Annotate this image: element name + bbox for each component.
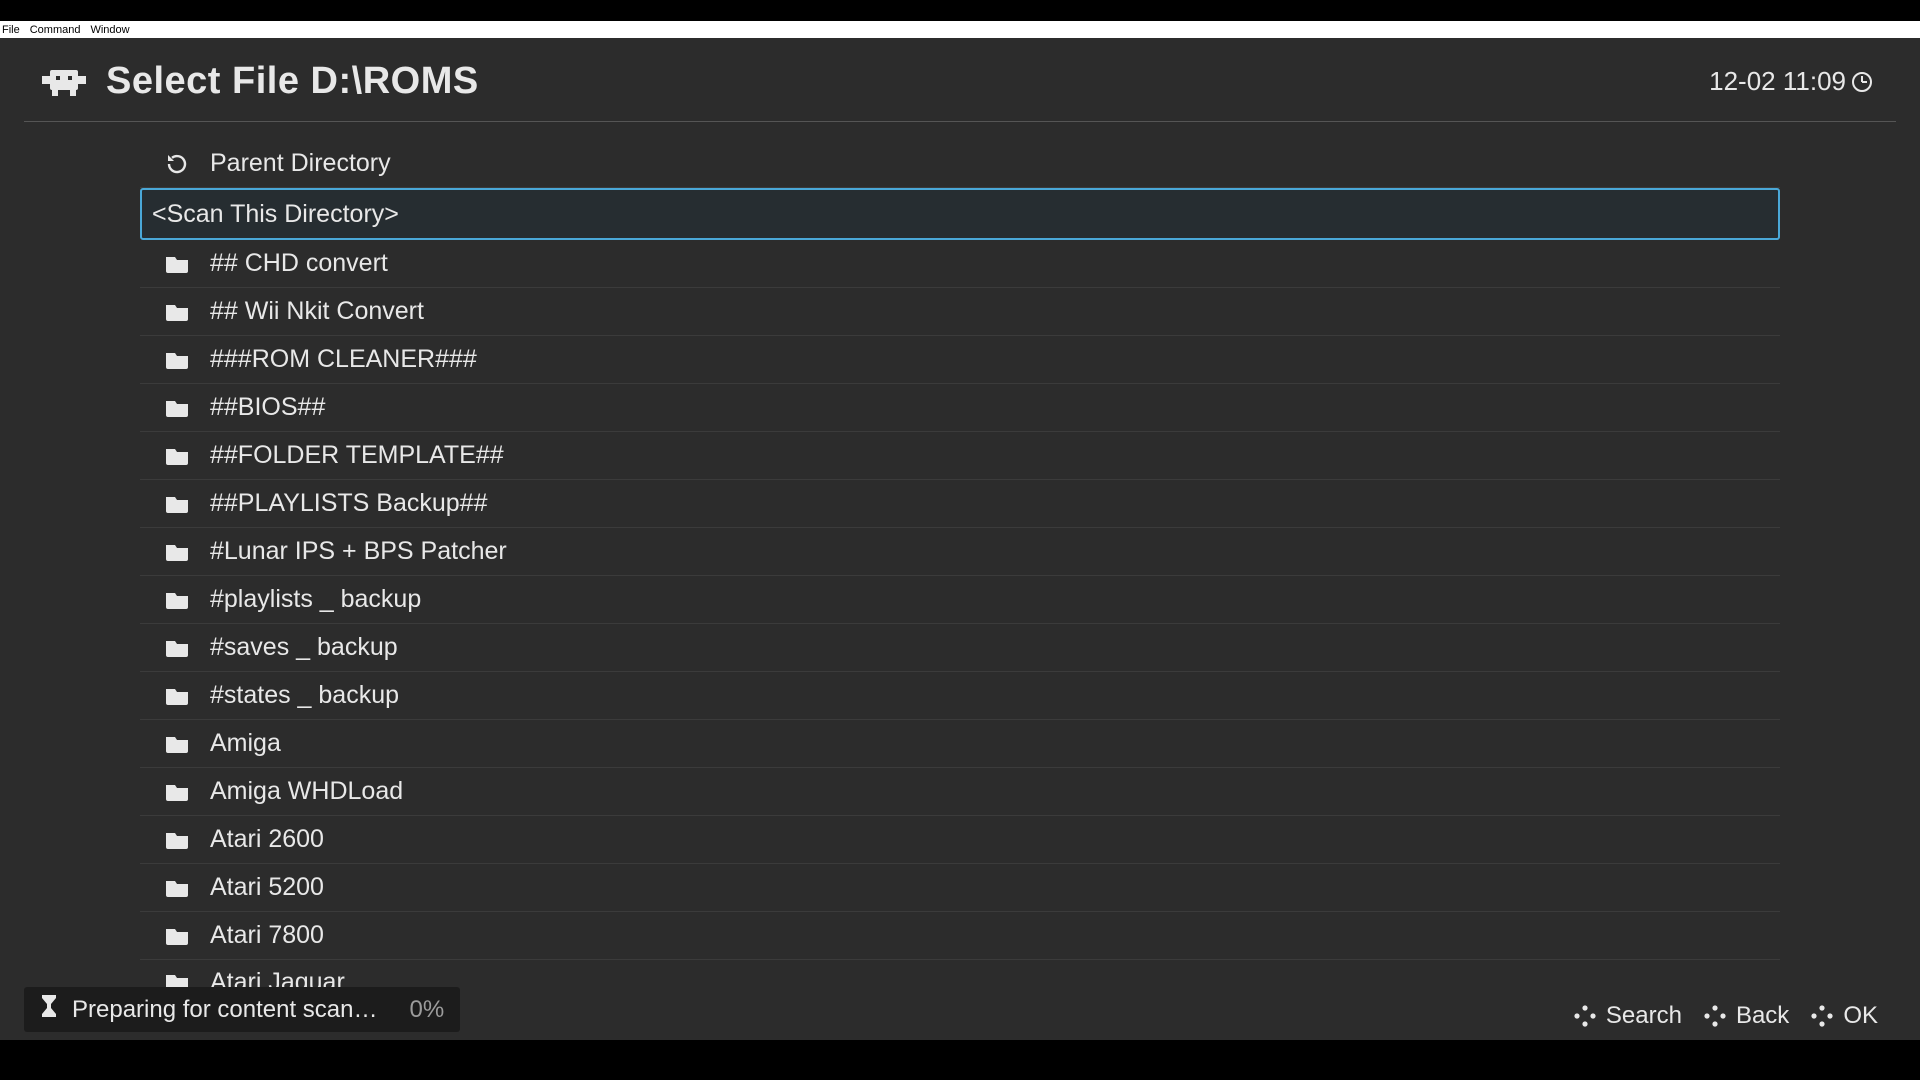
folder-icon (162, 735, 192, 753)
list-item-label: Atari 5200 (210, 873, 324, 902)
list-item-label: ###ROM CLEANER### (210, 345, 477, 374)
list-item[interactable]: ##PLAYLISTS Backup## (140, 480, 1780, 528)
hint-label: Search (1606, 1002, 1682, 1030)
folder-icon (162, 543, 192, 561)
status-toast: Preparing for content scan… 0% (24, 987, 460, 1032)
list-item-label: ##FOLDER TEMPLATE## (210, 441, 504, 470)
status-text: Preparing for content scan… (72, 996, 378, 1024)
list-item[interactable]: ###ROM CLEANER### (140, 336, 1780, 384)
folder-icon (162, 447, 192, 465)
list-item[interactable]: ## Wii Nkit Convert (140, 288, 1780, 336)
hourglass-icon (40, 995, 58, 1024)
list-item-label: #states _ backup (210, 681, 399, 710)
list-item-label: Atari 2600 (210, 825, 324, 854)
list-item[interactable]: #playlists _ backup (140, 576, 1780, 624)
folder-icon (162, 783, 192, 801)
retroarch-file-browser: Select File D:\ROMS 12-02 11:09 Parent D… (0, 38, 1920, 1040)
folder-icon (162, 495, 192, 513)
list-item-label: ##PLAYLISTS Backup## (210, 489, 488, 518)
list-item[interactable]: #saves _ backup (140, 624, 1780, 672)
list-item-label: #saves _ backup (210, 633, 398, 662)
list-item-label: ## CHD convert (210, 249, 388, 278)
list-item[interactable]: Amiga WHDLoad (140, 768, 1780, 816)
folder-icon (162, 639, 192, 657)
menu-window[interactable]: Window (90, 24, 129, 36)
folder-icon (162, 303, 192, 321)
retroarch-logo-icon (42, 66, 86, 98)
status-percent: 0% (410, 996, 445, 1024)
file-list[interactable]: Parent Directory <Scan This Directory> #… (140, 140, 1780, 1004)
list-item-label: ## Wii Nkit Convert (210, 297, 424, 326)
list-item[interactable]: #states _ backup (140, 672, 1780, 720)
list-item[interactable]: Amiga (140, 720, 1780, 768)
hint-search[interactable]: Search (1574, 1002, 1682, 1030)
folder-icon (162, 831, 192, 849)
clock-time: 12-02 11:09 (1709, 66, 1846, 97)
folder-icon (162, 591, 192, 609)
list-item-label: #playlists _ backup (210, 585, 421, 614)
clock-icon (1852, 72, 1872, 92)
list-item-label: <Scan This Directory> (152, 200, 399, 229)
list-item[interactable]: Atari 2600 (140, 816, 1780, 864)
hint-label: Back (1736, 1002, 1789, 1030)
folder-icon (162, 351, 192, 369)
folder-icon (162, 687, 192, 705)
list-item[interactable]: Atari 5200 (140, 864, 1780, 912)
footer-hints: Search Back OK (1574, 1002, 1878, 1030)
list-item-label: ##BIOS## (210, 393, 325, 422)
list-item[interactable]: ##BIOS## (140, 384, 1780, 432)
list-item[interactable]: ## CHD convert (140, 240, 1780, 288)
list-item-label: Parent Directory (210, 149, 391, 178)
hint-back[interactable]: Back (1704, 1002, 1789, 1030)
list-item[interactable]: Atari 7800 (140, 912, 1780, 960)
dpad-icon (1811, 1005, 1833, 1027)
menu-file[interactable]: File (2, 24, 20, 36)
header: Select File D:\ROMS 12-02 11:09 (0, 38, 1920, 121)
dpad-icon (1704, 1005, 1726, 1027)
list-item-label: #Lunar IPS + BPS Patcher (210, 537, 507, 566)
folder-icon (162, 399, 192, 417)
list-item-label: Atari 7800 (210, 921, 324, 950)
page-title: Select File D:\ROMS (106, 60, 1709, 103)
dpad-icon (1574, 1005, 1596, 1027)
scan-this-directory-item[interactable]: <Scan This Directory> (140, 188, 1780, 240)
parent-directory-item[interactable]: Parent Directory (140, 140, 1780, 188)
list-item[interactable]: #Lunar IPS + BPS Patcher (140, 528, 1780, 576)
list-item-label: Amiga WHDLoad (210, 777, 403, 806)
hint-label: OK (1843, 1002, 1878, 1030)
list-item-label: Amiga (210, 729, 281, 758)
back-arrow-icon (162, 152, 192, 176)
folder-icon (162, 255, 192, 273)
os-menubar[interactable]: File Command Window (0, 21, 1920, 38)
folder-icon (162, 879, 192, 897)
folder-icon (162, 927, 192, 945)
hint-ok[interactable]: OK (1811, 1002, 1878, 1030)
header-divider (24, 121, 1896, 122)
list-item[interactable]: ##FOLDER TEMPLATE## (140, 432, 1780, 480)
clock: 12-02 11:09 (1709, 66, 1872, 97)
menu-command[interactable]: Command (30, 24, 81, 36)
